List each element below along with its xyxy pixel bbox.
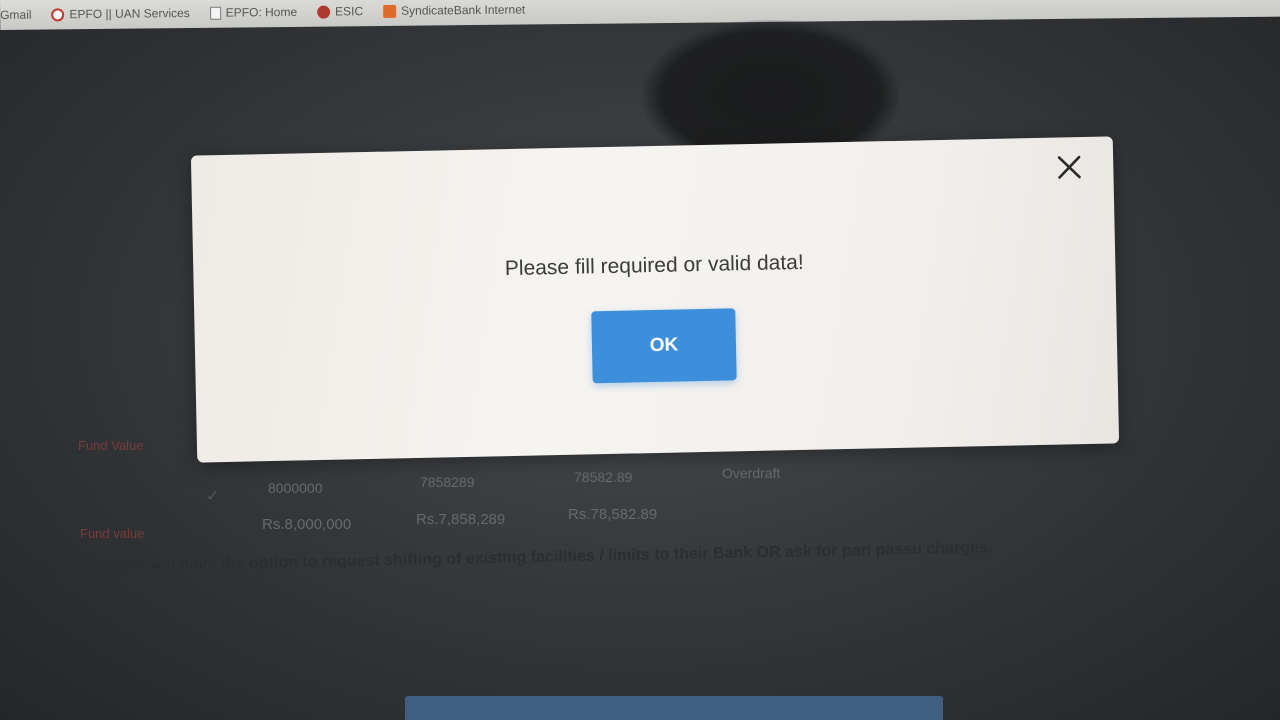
check-icon: ✓ [206,488,220,505]
banker-note: Note : The Banker will have the option t… [8,539,993,577]
cell-amount-2: Rs.8,000,000 [262,516,352,533]
cell-type-1: Overdraft [722,465,781,481]
close-icon [1057,155,1081,179]
cell-limit-2: Rs.7,858,289 [416,511,506,528]
fund-value-label-1: Fund Value [78,438,144,453]
alert-message: Please fill required or valid data! [504,250,804,281]
cell-charges-2: Rs.78,582.89 [568,506,658,523]
submit-button[interactable] [405,696,943,720]
cell-limit-1: 7858289 [420,474,475,490]
fund-value-label-2: Fund value [80,526,145,541]
alert-dialog: Please fill required or valid data! OK [190,136,1120,463]
ok-button[interactable]: OK [591,308,737,384]
close-button[interactable] [1053,151,1086,184]
cell-amount-1: 8000000 [268,480,323,496]
cell-charges-1: 78582.89 [574,469,633,485]
